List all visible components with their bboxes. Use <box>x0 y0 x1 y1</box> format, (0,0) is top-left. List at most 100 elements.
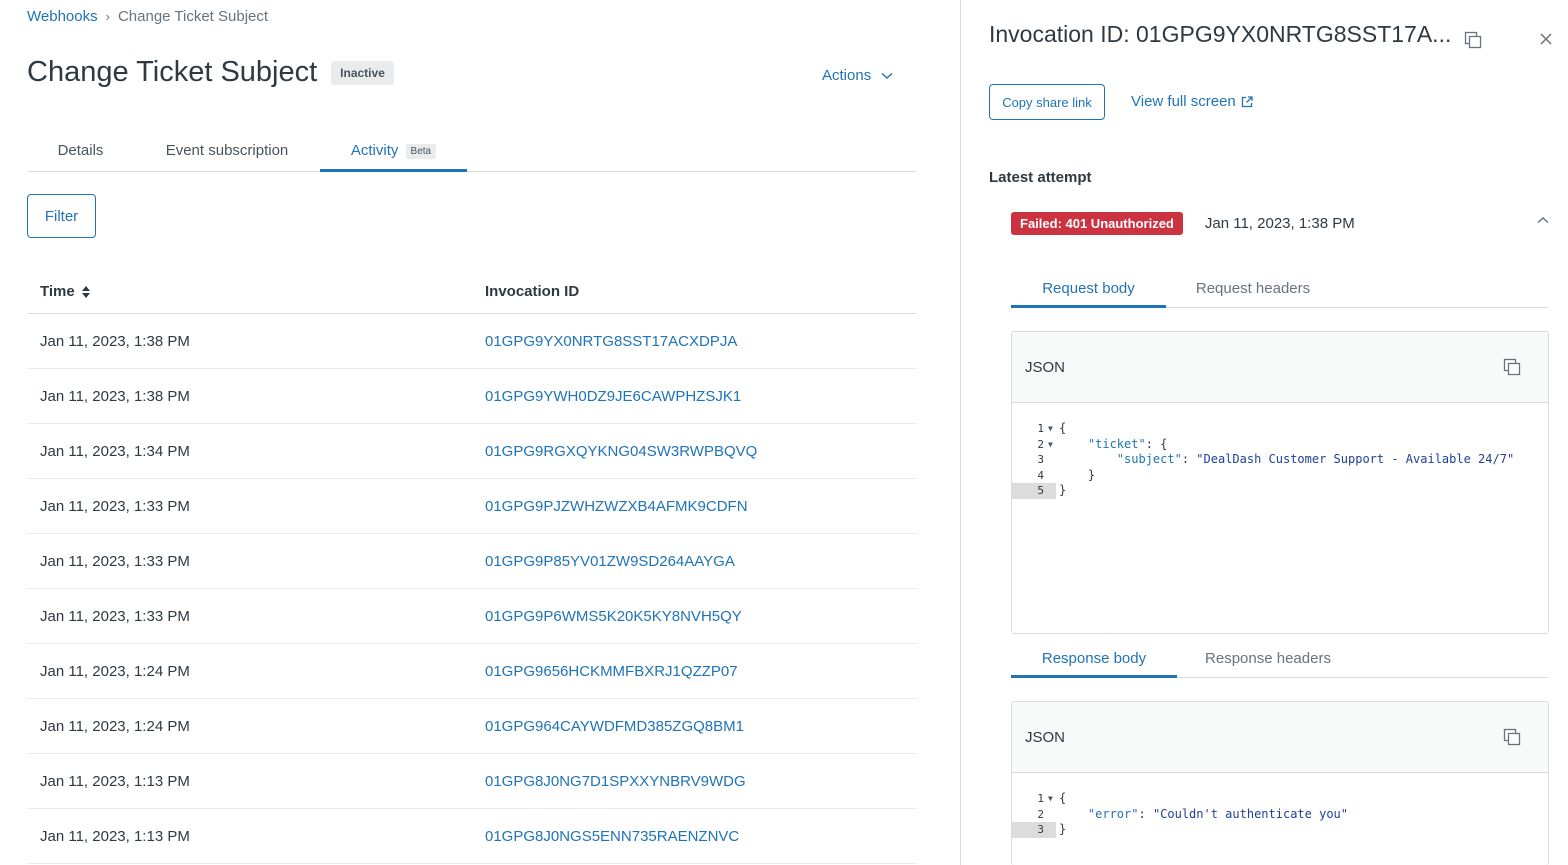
row-time: Jan 11, 2023, 1:13 PM <box>40 827 190 845</box>
json-viewer-header: JSON <box>1012 702 1548 773</box>
copy-icon <box>1464 31 1482 49</box>
row-invocation-id-link[interactable]: 01GPG9RGXQYKNG04SW3RWPBQVQ <box>485 443 917 460</box>
actions-label: Actions <box>822 67 872 84</box>
row-time: Jan 11, 2023, 1:33 PM <box>40 497 190 515</box>
tab-label: Activity <box>350 142 399 159</box>
time-header-label: Time <box>40 283 75 300</box>
row-invocation-id-link[interactable]: 01GPG9P6WMS5K20K5KY8NVH5QY <box>485 608 917 625</box>
json-label: JSON <box>1025 729 1066 746</box>
table-row[interactable]: Jan 11, 2023, 1:13 PM 01GPG8J0NGS5ENN735R… <box>27 809 917 864</box>
latest-attempt-heading: Latest attempt <box>989 169 1092 186</box>
fold-arrow-icon[interactable]: ▼ <box>1048 437 1053 453</box>
tab-request-body[interactable]: Request body <box>1011 272 1166 308</box>
tab-list: Details Event subscription Activity Beta <box>27 132 917 172</box>
fold-arrow-icon[interactable]: ▼ <box>1048 421 1053 437</box>
line-number: 4 <box>1037 468 1044 482</box>
fold-arrow-icon[interactable]: ▼ <box>1048 791 1053 807</box>
table-row[interactable]: Jan 11, 2023, 1:34 PM 01GPG9RGXQYKNG04SW3… <box>27 424 917 479</box>
json-value-error: "Couldn't authenticate you" <box>1152 806 1349 821</box>
tab-label: Event subscription <box>165 142 289 159</box>
line-number: 2 <box>1037 807 1044 821</box>
close-drawer-button[interactable] <box>1539 32 1553 51</box>
tab-label: Details <box>57 142 104 159</box>
invocation-id-column-header: Invocation ID <box>485 283 580 300</box>
line-number: 3 <box>1037 453 1044 466</box>
title-row: Change Ticket Subject Inactive <box>27 56 394 89</box>
row-invocation-id-link[interactable]: 01GPG9YWH0DZ9JE6CAWPHZSJK1 <box>485 388 917 405</box>
response-tab-list: Response body Response headers <box>1011 642 1549 678</box>
sort-icon <box>81 285 90 298</box>
json-label: JSON <box>1025 359 1066 376</box>
attempt-row[interactable]: Failed: 401 Unauthorized Jan 11, 2023, 1… <box>1011 212 1549 235</box>
row-invocation-id-link[interactable]: 01GPG8J0NG7D1SPXXYNBRV9WDG <box>485 773 917 790</box>
row-time: Jan 11, 2023, 1:38 PM <box>40 387 190 405</box>
request-tab-list: Request body Request headers <box>1011 272 1549 308</box>
row-invocation-id-link[interactable]: 01GPG9PJZWHZWZXB4AFMK9CDFN <box>485 498 917 515</box>
tab-request-headers[interactable]: Request headers <box>1187 272 1319 308</box>
row-invocation-id-link[interactable]: 01GPG8J0NGS5ENN735RAENZNVC <box>485 828 917 845</box>
table-row[interactable]: Jan 11, 2023, 1:38 PM 01GPG9YWH0DZ9JE6CAW… <box>27 369 917 424</box>
view-full-screen-label: View full screen <box>1131 93 1236 110</box>
drawer-title: Invocation ID: 01GPG9YX0NRTG8SST17A... <box>989 21 1452 47</box>
row-invocation-id-link[interactable]: 01GPG9656HCKMMFBXRJ1QZZP07 <box>485 663 917 680</box>
table-row[interactable]: Jan 11, 2023, 1:13 PM 01GPG8J0NG7D1SPXXYN… <box>27 754 917 809</box>
json-key-error: "error" <box>1087 806 1139 821</box>
row-time: Jan 11, 2023, 1:33 PM <box>40 607 190 625</box>
breadcrumb: Webhooks › Change Ticket Subject <box>27 8 268 25</box>
code-editor[interactable]: 1 ▼{ 2 "error": "Couldn't authenticate yo… <box>1012 773 1548 838</box>
row-invocation-id-link[interactable]: 01GPG964CAYWDFMD385ZGQ8BM1 <box>485 718 917 735</box>
code-editor[interactable]: 1 ▼{ 2 ▼ "ticket": { 3 "subject": "DealDas… <box>1012 403 1548 499</box>
row-invocation-id-link[interactable]: 01GPG9YX0NRTG8SST17ACXDPJA <box>485 333 917 350</box>
table-row[interactable]: Jan 11, 2023, 1:24 PM 01GPG964CAYWDFMD385… <box>27 699 917 754</box>
copy-icon[interactable] <box>1502 357 1522 377</box>
breadcrumb-webhooks-link[interactable]: Webhooks <box>27 8 98 25</box>
tab-response-body[interactable]: Response body <box>1011 642 1177 678</box>
json-key-ticket: "ticket" <box>1087 436 1146 451</box>
tab-response-headers[interactable]: Response headers <box>1197 642 1339 678</box>
json-key-subject: "subject" <box>1116 452 1182 466</box>
row-time: Jan 11, 2023, 1:24 PM <box>40 662 190 680</box>
row-time: Jan 11, 2023, 1:34 PM <box>40 442 190 460</box>
breadcrumb-current: Change Ticket Subject <box>117 8 269 25</box>
filter-button[interactable]: Filter <box>27 194 96 238</box>
close-icon <box>1540 33 1552 45</box>
table-header: Time Invocation ID <box>27 270 917 314</box>
chevron-down-icon <box>881 72 893 79</box>
row-time: Jan 11, 2023, 1:24 PM <box>40 717 190 735</box>
status-badge: Inactive <box>331 60 394 85</box>
copy-share-link-button[interactable]: Copy share link <box>989 84 1105 120</box>
row-time: Jan 11, 2023, 1:13 PM <box>40 772 190 790</box>
actions-dropdown[interactable]: Actions <box>822 67 893 84</box>
time-column-header[interactable]: Time <box>27 283 485 300</box>
line-number: 5 <box>1012 483 1056 499</box>
tab-details[interactable]: Details <box>27 132 134 172</box>
row-time: Jan 11, 2023, 1:33 PM <box>40 552 190 570</box>
tab-activity[interactable]: Activity Beta <box>320 132 467 172</box>
chevron-up-icon[interactable] <box>1537 216 1549 224</box>
page-title: Change Ticket Subject <box>27 56 318 88</box>
copy-icon[interactable] <box>1502 727 1522 747</box>
view-full-screen-link[interactable]: View full screen <box>1131 93 1253 110</box>
table-row[interactable]: Jan 11, 2023, 1:33 PM 01GPG9P6WMS5K20K5KY… <box>27 589 917 644</box>
external-link-icon <box>1241 95 1253 107</box>
table-row[interactable]: Jan 11, 2023, 1:38 PM 01GPG9YX0NRTG8SST17… <box>27 314 917 369</box>
table-row[interactable]: Jan 11, 2023, 1:33 PM 01GPG9P85YV01ZW9SD2… <box>27 534 917 589</box>
chevron-right-icon: › <box>105 9 110 24</box>
webhook-detail-pane: Webhooks › Change Ticket Subject Change … <box>0 0 960 865</box>
table-row[interactable]: Jan 11, 2023, 1:33 PM 01GPG9PJZWHZWZXB4AF… <box>27 479 917 534</box>
invocation-drawer: Invocation ID: 01GPG9YX0NRTG8SST17A... C… <box>960 0 1568 865</box>
request-json-viewer: JSON 1 ▼{ 2 ▼ "ticket": { 3 "subject": "De… <box>1011 331 1549 634</box>
row-time: Jan 11, 2023, 1:38 PM <box>40 332 190 350</box>
attempt-status-badge: Failed: 401 Unauthorized <box>1011 212 1183 235</box>
response-json-viewer: JSON 1 ▼{ 2 "error": "Couldn't authentica… <box>1011 701 1549 865</box>
json-value-subject: "DealDash Customer Support - Available 2… <box>1196 452 1515 466</box>
attempt-time: Jan 11, 2023, 1:38 PM <box>1204 215 1355 232</box>
table-body: Jan 11, 2023, 1:38 PM 01GPG9YX0NRTG8SST17… <box>27 314 917 864</box>
json-viewer-header: JSON <box>1012 332 1548 403</box>
activity-table: Time Invocation ID Jan 11, 2023, 1:38 PM… <box>27 270 917 864</box>
copy-invocation-id-button[interactable] <box>1463 30 1483 55</box>
tab-event-subscription[interactable]: Event subscription <box>152 132 302 172</box>
table-row[interactable]: Jan 11, 2023, 1:24 PM 01GPG9656HCKMMFBXRJ… <box>27 644 917 699</box>
beta-badge: Beta <box>405 143 437 159</box>
row-invocation-id-link[interactable]: 01GPG9P85YV01ZW9SD264AAYGA <box>485 553 917 570</box>
